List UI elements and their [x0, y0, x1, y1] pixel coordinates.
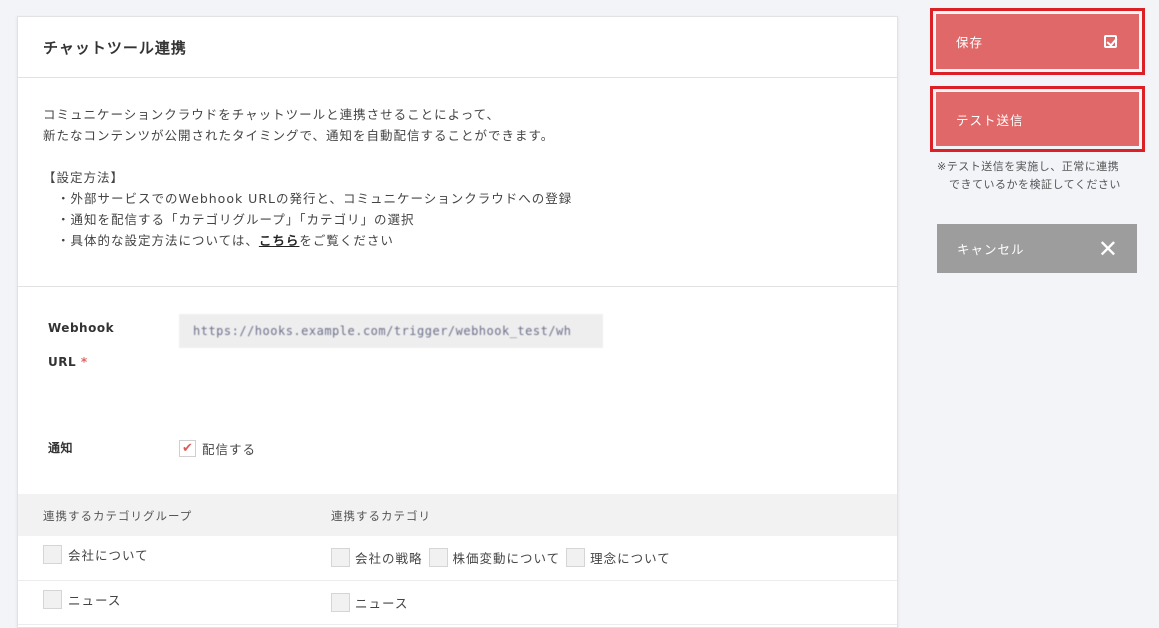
category-checkbox[interactable]: 会社の戦略	[331, 548, 423, 567]
category-label: 株価変動について	[452, 551, 561, 566]
method-heading: 【設定方法】	[43, 170, 125, 185]
category-header: 連携するカテゴリ	[331, 509, 431, 523]
card-header: チャットツール連携	[18, 17, 897, 78]
category-items: 会社の戦略 株価変動について 理念について	[331, 548, 677, 567]
checkbox-box[interactable]	[43, 545, 62, 564]
checkmark-icon: ✔	[182, 441, 193, 456]
category-checkbox[interactable]: 理念について	[566, 548, 671, 567]
category-group-label: 会社について	[68, 548, 149, 563]
webhook-label-line1: Webhook	[48, 321, 115, 335]
category-label: ニュース	[355, 596, 409, 611]
save-button[interactable]: 保存	[936, 14, 1139, 69]
notify-checkbox-box[interactable]: ✔	[179, 440, 196, 457]
category-label: 理念について	[590, 551, 671, 566]
page-title: チャットツール連携	[43, 38, 187, 57]
test-send-note-line2: できているかを検証してください	[949, 178, 1121, 191]
checkbox-box[interactable]	[566, 548, 586, 567]
required-mark: *	[80, 355, 88, 369]
intro-text: コミュニケーションクラウドをチャットツールと連携させることによって、 新たなコン…	[18, 78, 897, 251]
checkbox-box[interactable]	[428, 548, 448, 567]
category-label: 会社の戦略	[355, 551, 423, 566]
table-row: ニュース ニュース	[18, 580, 897, 625]
category-table-header: 連携するカテゴリグループ 連携するカテゴリ	[18, 494, 897, 536]
cancel-button-label: キャンセル	[957, 242, 1025, 257]
category-group-checkbox[interactable]: ニュース	[43, 590, 121, 609]
checkbox-box[interactable]	[43, 590, 62, 609]
notify-checkbox-label: 配信する	[202, 442, 257, 457]
test-send-note-line1: ※テスト送信を実施し、正常に連携	[937, 160, 1120, 173]
method-item-3-suffix: をご覧ください	[299, 233, 394, 248]
save-button-label: 保存	[956, 35, 984, 50]
category-group-checkbox[interactable]: 会社について	[43, 545, 149, 564]
webhook-url-input[interactable]: https://hooks.example.com/trigger/webhoo…	[179, 314, 603, 348]
method-item-3-prefix: ・具体的な設定方法については、	[57, 233, 259, 248]
category-checkbox[interactable]: 株価変動について	[428, 548, 561, 567]
test-send-note: ※テスト送信を実施し、正常に連携 できているかを検証してください	[937, 158, 1137, 194]
category-group-header: 連携するカテゴリグループ	[43, 509, 193, 523]
cancel-button[interactable]: キャンセル ✕	[937, 224, 1137, 273]
method-item-2: ・通知を配信する「カテゴリグループ」「カテゴリ」の選択	[57, 212, 415, 227]
notify-checkbox[interactable]: ✔ 配信する	[179, 439, 256, 458]
category-items: ニュース	[331, 593, 414, 612]
section-divider	[18, 286, 897, 287]
help-link[interactable]: こちら	[259, 233, 300, 248]
chat-tool-integration-card: チャットツール連携 コミュニケーションクラウドをチャットツールと連携させることに…	[17, 16, 898, 628]
checkbox-box[interactable]	[331, 548, 350, 567]
intro-line-1: コミュニケーションクラウドをチャットツールと連携させることによって、	[43, 107, 501, 122]
checkbox-box[interactable]	[331, 593, 350, 612]
method-item-3: ・具体的な設定方法については、こちらをご覧ください	[43, 230, 872, 251]
test-send-button-label: テスト送信	[956, 112, 1024, 128]
category-checkbox[interactable]: ニュース	[331, 593, 408, 612]
intro-line-2: 新たなコンテンツが公開されたタイミングで、通知を自動配信することができます。	[43, 128, 555, 143]
test-send-button[interactable]: テスト送信	[936, 92, 1139, 146]
table-row: 会社について 会社の戦略 株価変動について 理念について	[18, 536, 897, 581]
method-item-1: ・外部サービスでのWebhook URLの発行と、コミュニケーションクラウドへの…	[57, 191, 573, 206]
webhook-label-url: URL	[48, 355, 77, 369]
close-icon: ✕	[1097, 234, 1119, 263]
notify-label: 通知	[48, 441, 74, 455]
check-square-icon	[1104, 35, 1117, 48]
webhook-label-line2: URL *	[48, 355, 88, 369]
category-group-label: ニュース	[68, 593, 122, 608]
